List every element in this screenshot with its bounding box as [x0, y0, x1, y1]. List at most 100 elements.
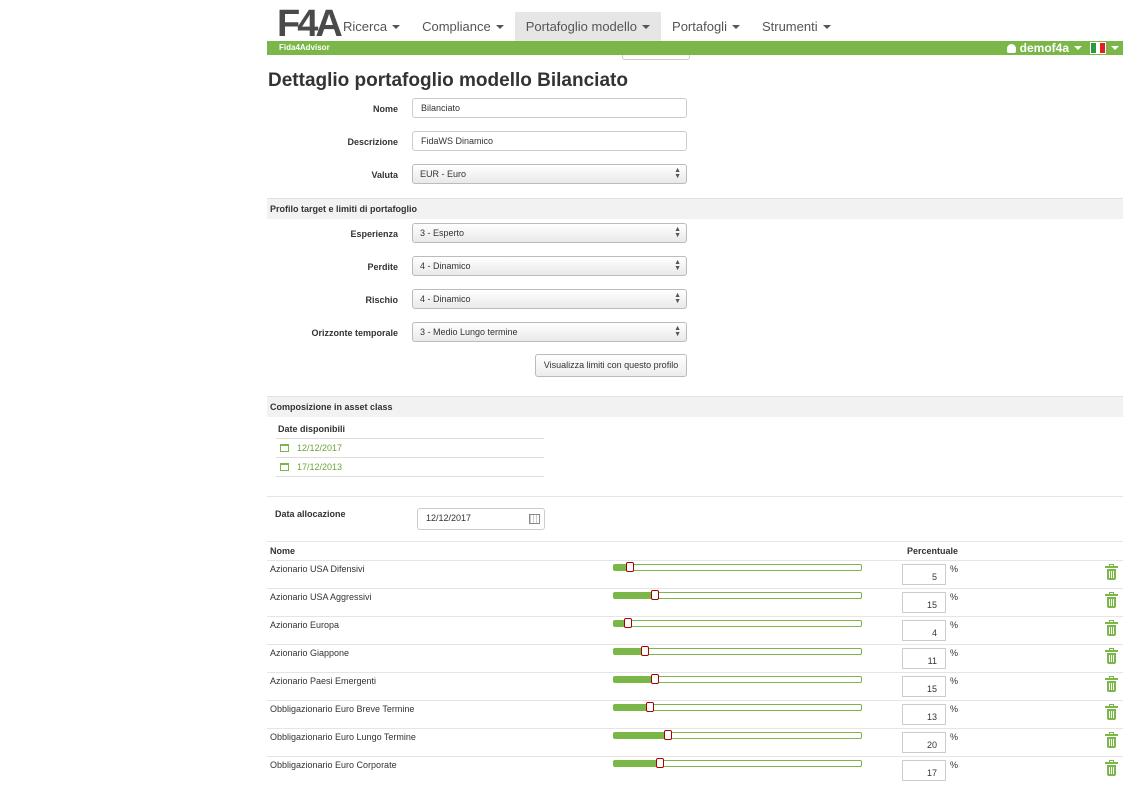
- percent-sign: %: [950, 620, 959, 630]
- row-divider: [267, 588, 1123, 589]
- percentuale-input[interactable]: 5: [902, 564, 946, 585]
- slider-handle[interactable]: [626, 562, 635, 572]
- descrizione-label: Descrizione: [347, 137, 398, 147]
- col-header-nome: Nome: [270, 546, 296, 556]
- brand-logo[interactable]: F4A: [277, 4, 343, 44]
- calendar-icon: [280, 444, 289, 452]
- chevron-down-icon: [822, 24, 831, 29]
- asset-class-name: Azionario Giappone: [270, 648, 350, 658]
- row-divider: [267, 672, 1123, 673]
- visualizza-limiti-button[interactable]: Visualizza limiti con questo profilo: [535, 354, 687, 377]
- calendar-icon: [280, 463, 289, 471]
- row-divider: [267, 756, 1123, 757]
- divider: [267, 541, 1123, 542]
- divider: [276, 457, 544, 458]
- slider-handle[interactable]: [663, 730, 672, 740]
- slider-handle[interactable]: [651, 674, 660, 684]
- percentuale-input[interactable]: 15: [902, 676, 946, 697]
- composizione-section-header: Composizione in asset class: [267, 396, 1123, 417]
- percentuale-input[interactable]: 15: [902, 592, 946, 613]
- asset-class-name: Obbligazionario Euro Lungo Termine: [270, 732, 416, 742]
- percentuale-input[interactable]: 11: [902, 648, 946, 669]
- perdite-select[interactable]: 4 - Dinamico ▲ ▼: [412, 256, 687, 276]
- divider: [276, 438, 544, 439]
- nav-item-compliance[interactable]: Compliance: [411, 12, 515, 41]
- date-link[interactable]: 12/12/2017: [280, 443, 342, 453]
- trash-icon[interactable]: [1105, 564, 1118, 580]
- rischio-select[interactable]: 4 - Dinamico ▲ ▼: [412, 289, 687, 309]
- slider-handle[interactable]: [623, 618, 632, 628]
- chevron-down-icon: [731, 24, 740, 29]
- percentuale-input[interactable]: 4: [902, 620, 946, 641]
- percent-sign: %: [950, 704, 959, 714]
- percentuale-input[interactable]: 17: [902, 760, 946, 781]
- allocation-slider[interactable]: [613, 758, 862, 768]
- row-divider: [267, 728, 1123, 729]
- chevron-down-icon: [392, 24, 401, 29]
- slider-handle[interactable]: [651, 590, 660, 600]
- percent-sign: %: [950, 732, 959, 742]
- esperienza-label: Esperienza: [350, 229, 398, 239]
- slider-handle[interactable]: [656, 758, 665, 768]
- slider-handle[interactable]: [641, 646, 650, 656]
- data-allocazione-input[interactable]: 12/12/2017: [417, 508, 545, 530]
- row-divider: [267, 644, 1123, 645]
- asset-class-name: Obbligazionario Euro Breve Termine: [270, 704, 415, 714]
- allocation-slider[interactable]: [613, 702, 862, 712]
- descrizione-input[interactable]: FidaWS Dinamico: [412, 131, 687, 151]
- percent-sign: %: [950, 564, 959, 574]
- data-allocazione-label: Data allocazione: [275, 509, 346, 519]
- nav-item-portafoglio-modello[interactable]: Portafoglio modello: [514, 12, 662, 41]
- orizzonte-label: Orizzonte temporale: [311, 328, 398, 338]
- brand-subtitle: Fida4Advisor: [279, 43, 330, 52]
- row-divider: [267, 616, 1123, 617]
- allocation-slider[interactable]: [613, 618, 862, 628]
- esperienza-select[interactable]: 3 - Esperto ▲ ▼: [412, 223, 687, 243]
- allocation-slider[interactable]: [613, 674, 862, 684]
- nav-item-ricerca[interactable]: Ricerca: [332, 12, 411, 41]
- chevron-down-icon: [1111, 46, 1119, 50]
- percent-sign: %: [950, 592, 959, 602]
- row-divider: [267, 700, 1123, 701]
- user-menu[interactable]: demof4a: [1006, 41, 1119, 55]
- trash-icon[interactable]: [1105, 648, 1118, 664]
- trash-icon[interactable]: [1105, 704, 1118, 720]
- select-arrows-icon: ▲ ▼: [674, 167, 681, 180]
- italy-flag-icon[interactable]: [1090, 42, 1106, 54]
- brand-bar: [267, 41, 1123, 55]
- brand-text: F4A: [277, 3, 343, 45]
- nav-item-portafogli[interactable]: Portafogli: [661, 12, 751, 41]
- allocation-slider[interactable]: [613, 646, 862, 656]
- divider: [267, 496, 1123, 497]
- trash-icon[interactable]: [1105, 620, 1118, 636]
- trash-icon[interactable]: [1105, 592, 1118, 608]
- orizzonte-select[interactable]: 3 - Medio Lungo termine ▲ ▼: [412, 322, 687, 342]
- slider-handle[interactable]: [646, 702, 655, 712]
- percentuale-input[interactable]: 13: [902, 704, 946, 725]
- select-arrows-icon: ▲ ▼: [674, 325, 681, 338]
- trash-icon[interactable]: [1105, 732, 1118, 748]
- trash-icon[interactable]: [1105, 760, 1118, 776]
- nav-item-strumenti[interactable]: Strumenti: [751, 12, 842, 41]
- valuta-label: Valuta: [371, 170, 398, 180]
- allocation-slider[interactable]: [613, 590, 862, 600]
- divider: [276, 476, 544, 477]
- nome-input[interactable]: Bilanciato: [412, 98, 687, 118]
- trash-icon[interactable]: [1105, 676, 1118, 692]
- profilo-section-header: Profilo target e limiti di portafoglio: [267, 198, 1123, 219]
- dates-header: Date disponibili: [278, 424, 346, 434]
- date-link[interactable]: 17/12/2013: [280, 462, 342, 472]
- page-title: Dettaglio portafoglio modello Bilanciato: [268, 70, 628, 91]
- percent-sign: %: [950, 760, 959, 770]
- calendar-icon[interactable]: [529, 514, 540, 524]
- slider-fill: [614, 733, 664, 738]
- valuta-select[interactable]: EUR - Euro ▲ ▼: [412, 164, 687, 184]
- asset-class-name: Azionario USA Aggressivi: [270, 592, 372, 602]
- percent-sign: %: [950, 676, 959, 686]
- allocation-slider[interactable]: [613, 730, 862, 740]
- percentuale-input[interactable]: 20: [902, 732, 946, 753]
- slider-fill: [614, 621, 624, 626]
- allocation-slider[interactable]: [613, 562, 862, 572]
- dropdown-edge: [622, 55, 690, 60]
- user-name: demof4a: [1019, 41, 1069, 55]
